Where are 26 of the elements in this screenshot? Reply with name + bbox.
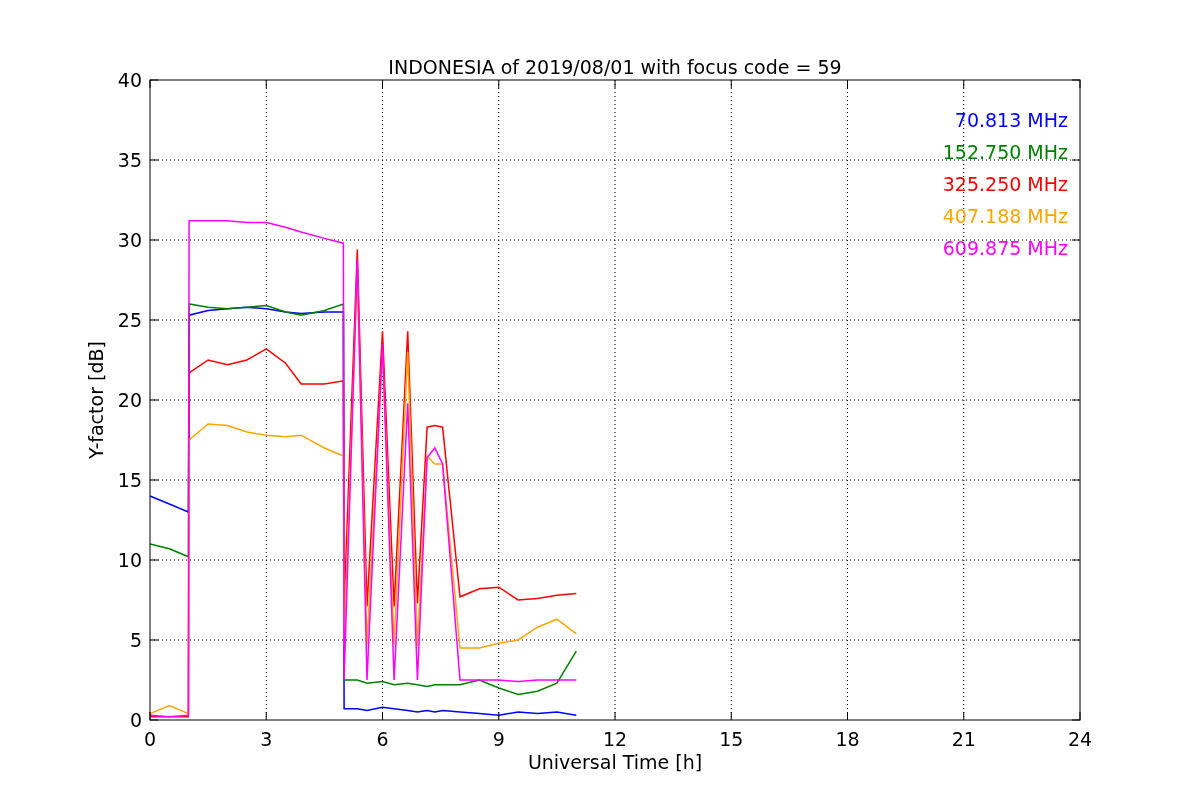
y-tick-label: 20: [117, 389, 142, 411]
x-tick-label: 21: [951, 728, 976, 750]
x-tick-label: 12: [602, 728, 628, 750]
x-tick-label: 6: [376, 728, 389, 750]
x-tick-label: 0: [143, 728, 157, 750]
x-tick-label: 3: [260, 728, 273, 750]
legend-label: 609.875 MHz: [942, 237, 1068, 259]
y-tick-label: 35: [117, 149, 142, 171]
legend-label: 70.813 MHz: [954, 109, 1068, 131]
y-tick-label: 15: [117, 469, 142, 491]
x-tick-label: 18: [835, 728, 860, 750]
chart-title: INDONESIA of 2019/08/01 with focus code = 59: [388, 56, 842, 78]
y-tick-label: 40: [117, 69, 142, 91]
x-tick-label: 9: [492, 728, 505, 750]
legend-label: 152.750 MHz: [942, 141, 1068, 163]
x-axis-label: Universal Time [h]: [527, 751, 703, 773]
y-tick-label: 0: [129, 709, 142, 731]
x-tick-label: 15: [719, 728, 744, 750]
y-tick-label: 5: [129, 629, 142, 651]
y-tick-label: 10: [117, 549, 142, 571]
x-tick-label: 24: [1067, 728, 1093, 750]
y-tick-label: 25: [117, 309, 142, 331]
legend-label: 325.250 MHz: [942, 173, 1068, 195]
legend-label: 407.188 MHz: [942, 205, 1068, 227]
y-tick-label: 30: [117, 229, 142, 251]
y-axis-label: Y-factor [dB]: [85, 341, 107, 459]
